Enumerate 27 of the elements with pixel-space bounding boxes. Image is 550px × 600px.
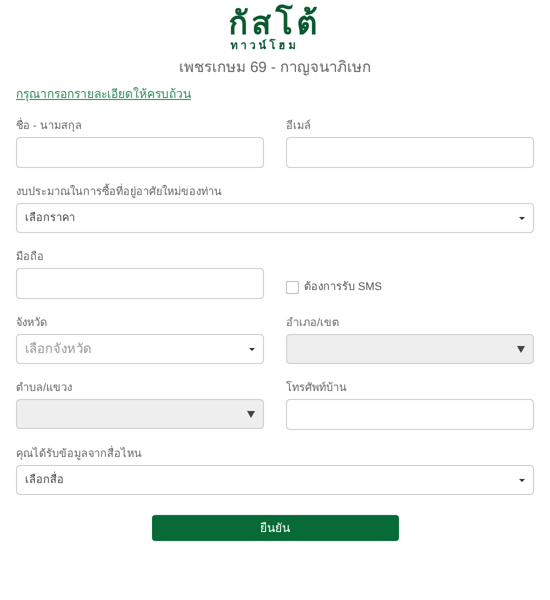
field-label: งบประมาณในการซื้อที่อยู่อาศัยใหม่ของท่าน	[16, 184, 534, 200]
field-label: อำเภอ/เขต	[286, 316, 340, 331]
caret-icon	[247, 410, 255, 418]
field-label: ตำบล/แขวง	[16, 381, 74, 396]
field-label: อีเมล์	[286, 118, 312, 134]
logo-tagline: ทาวน์โฮม	[230, 40, 298, 52]
checkbox-label: ต้องการรับ SMS	[304, 280, 382, 296]
caret-icon	[517, 346, 525, 352]
caret-icon	[519, 216, 525, 220]
submit-button[interactable]: ยืนยัน	[152, 515, 398, 541]
notice-link[interactable]: กรุณากรอกรายละเอียดให้ครบถ้วน	[16, 86, 191, 102]
dropdown[interactable]: เลือกราคา	[16, 203, 534, 233]
caret-icon	[249, 348, 255, 350]
input-field[interactable]	[286, 399, 534, 430]
sms-checkbox[interactable]	[286, 281, 299, 294]
field-label: มือถือ	[16, 250, 45, 265]
dropdown[interactable]: เลือกสื่อ	[16, 465, 534, 495]
input-field[interactable]	[16, 137, 264, 168]
project-title: เพชรเกษม 69 - กาญจนาภิเษก	[178, 58, 372, 78]
field-label: จังหวัด	[16, 316, 48, 331]
field-label: โทรศัพท์บ้าน	[286, 380, 348, 396]
input-field[interactable]	[286, 137, 534, 168]
logo-wordmark: กัสโต้	[228, 6, 322, 40]
caret-icon	[519, 478, 525, 482]
field-label: ชื่อ - นามสกุล	[16, 118, 264, 134]
input-field[interactable]	[16, 268, 264, 299]
field-label: คุณได้รับข้อมูลจากสื่อไหน	[16, 446, 534, 462]
